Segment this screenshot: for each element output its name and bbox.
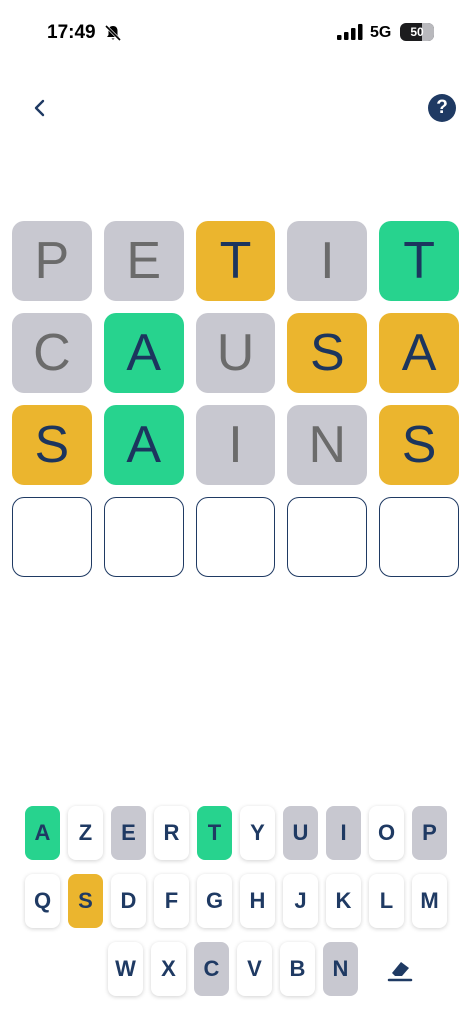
key-r[interactable]: R [154, 806, 189, 860]
back-chevron-icon[interactable] [30, 95, 50, 121]
eraser-icon[interactable] [378, 942, 422, 996]
keyboard-row-1: AZERTYUIOP [25, 806, 447, 860]
key-d[interactable]: D [111, 874, 146, 928]
key-h[interactable]: H [240, 874, 275, 928]
key-l[interactable]: L [369, 874, 404, 928]
key-w[interactable]: W [108, 942, 143, 996]
game-board: PETITCAUSASAINS [12, 221, 459, 589]
key-s[interactable]: S [68, 874, 103, 928]
keyboard-row-3: WXCVBN [108, 942, 422, 996]
status-bar: 17:49 5G 50 [0, 0, 471, 64]
key-b[interactable]: B [280, 942, 315, 996]
battery-indicator: 50 [400, 23, 434, 41]
key-e[interactable]: E [111, 806, 146, 860]
key-x[interactable]: X [151, 942, 186, 996]
key-m[interactable]: M [412, 874, 447, 928]
key-n[interactable]: N [323, 942, 358, 996]
key-a[interactable]: A [25, 806, 60, 860]
letter-tile: A [103, 313, 184, 393]
letter-tile: S [12, 405, 92, 485]
empty-tile [103, 497, 184, 577]
empty-tile [12, 497, 92, 577]
letter-tile: P [12, 221, 92, 301]
help-button[interactable]: ? [428, 94, 456, 122]
keyboard-spacer [366, 942, 370, 996]
letter-tile: I [195, 405, 276, 485]
key-t[interactable]: T [197, 806, 232, 860]
key-f[interactable]: F [154, 874, 189, 928]
bell-slash-icon [104, 24, 122, 42]
keyboard-row-2: QSDFGHJKLM [25, 874, 447, 928]
empty-tile [379, 497, 459, 577]
letter-tile: A [379, 313, 459, 393]
board-row: SAINS [12, 405, 459, 485]
status-time: 17:49 [47, 22, 96, 43]
key-p[interactable]: P [412, 806, 447, 860]
key-v[interactable]: V [237, 942, 272, 996]
board-row: PETIT [12, 221, 459, 301]
network-type: 5G [370, 24, 392, 41]
cellular-signal-icon [337, 24, 363, 40]
empty-tile [195, 497, 276, 577]
key-q[interactable]: Q [25, 874, 60, 928]
key-y[interactable]: Y [240, 806, 275, 860]
key-k[interactable]: K [326, 874, 361, 928]
letter-tile: S [379, 405, 459, 485]
battery-level: 50 [410, 25, 424, 39]
empty-tile [287, 497, 368, 577]
key-i[interactable]: I [326, 806, 361, 860]
key-u[interactable]: U [283, 806, 318, 860]
letter-tile: T [379, 221, 459, 301]
key-j[interactable]: J [283, 874, 318, 928]
key-o[interactable]: O [369, 806, 404, 860]
board-row [12, 497, 459, 577]
key-g[interactable]: G [197, 874, 232, 928]
letter-tile: U [195, 313, 276, 393]
letter-tile: I [287, 221, 368, 301]
letter-tile: N [287, 405, 368, 485]
letter-tile: A [103, 405, 184, 485]
key-c[interactable]: C [194, 942, 229, 996]
letter-tile: T [195, 221, 276, 301]
letter-tile: S [287, 313, 368, 393]
board-row: CAUSA [12, 313, 459, 393]
letter-tile: C [12, 313, 92, 393]
letter-tile: E [103, 221, 184, 301]
key-z[interactable]: Z [68, 806, 103, 860]
